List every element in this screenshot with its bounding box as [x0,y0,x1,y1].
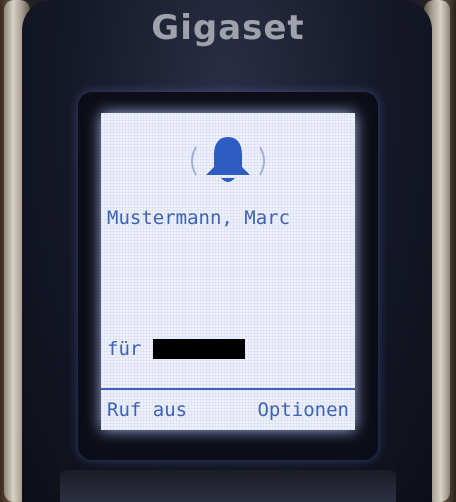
bell-clapper [221,178,235,182]
bell-body [206,137,250,175]
handset-bottom-edge [60,470,396,502]
bell-icon [191,137,265,182]
options-softkey[interactable]: Optionen [257,399,349,421]
ring-wave-right [259,146,265,176]
ringing-indicator [178,133,278,189]
brand-logo: Gigaset [151,8,305,48]
ring-wave-left [191,146,197,176]
softkey-divider [101,388,355,390]
handset-photo: Gigaset Mustermann, Marc für Ruf aus Opt… [0,0,456,502]
display-screen: Mustermann, Marc für Ruf aus Optionen [101,113,355,430]
redacted-number [153,339,246,359]
for-label: für [107,338,142,360]
ring-off-softkey[interactable]: Ruf aus [107,399,187,421]
caller-name: Mustermann, Marc [107,207,291,229]
called-number-row: für [107,337,246,361]
